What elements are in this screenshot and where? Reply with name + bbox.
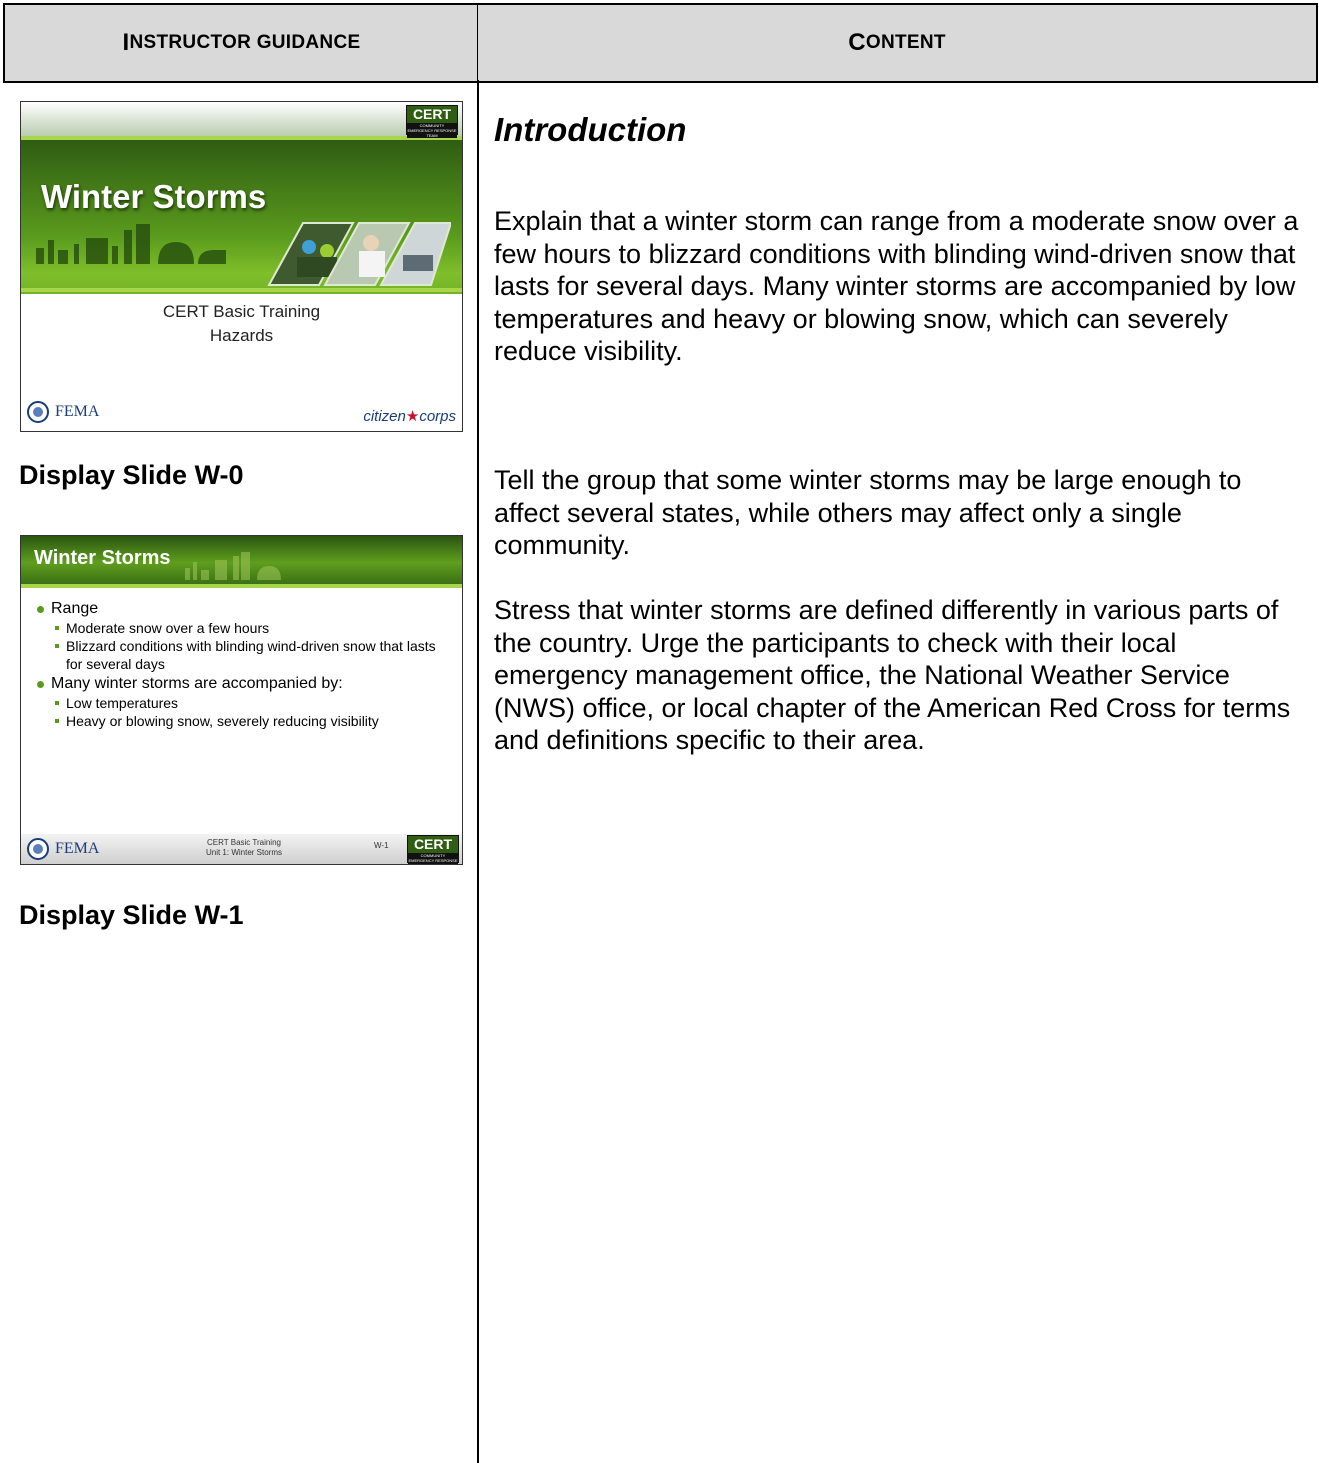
cert-logo-subtext: COMMUNITY EMERGENCY RESPONSE TEAM [408,853,458,864]
header-rest: NSTRUCTOR GUIDANCE [129,32,361,53]
fema-logo-text: FEMA [55,840,100,857]
bullet-icon [37,606,44,613]
sub-bullet-item: Moderate snow over a few hours [55,619,455,637]
cert-logo-subtext: COMMUNITY EMERGENCY RESPONSE TEAM [407,123,457,138]
header-rest: ONTENT [865,32,946,53]
content-paragraph: Explain that a winter storm can range fr… [494,206,1299,366]
slide-thumbnail-w0: CERT COMMUNITY EMERGENCY RESPONSE TEAM W… [20,101,463,432]
corps-text: corps [419,408,456,425]
bullet-icon [55,719,59,723]
bullet-icon [55,701,59,705]
sub-bullet-item: Low temperatures [55,694,455,712]
slide-title: Winter Storms [34,547,171,569]
fema-logo-text: FEMA [55,403,100,420]
slide-top-gradient [21,102,462,136]
slide-stripe [21,584,462,588]
bullet-icon [55,626,59,630]
column-divider [477,80,479,1463]
bullet-text: Many winter storms are accompanied by: [51,675,343,692]
star-icon: ★ [405,408,420,425]
dhs-seal-icon [27,838,49,860]
bullet-icon [55,644,59,648]
slide-title: Winter Storms [41,178,267,215]
column-header-content: C ONTENT [477,3,1318,83]
sub-bullet-text: Low temperatures [66,695,179,711]
column-header-instructor-guidance: I NSTRUCTOR GUIDANCE [3,3,479,83]
sub-bullet-text: Blizzard conditions with blinding wind-d… [66,638,436,672]
slide-subtitle: CERT Basic Training [162,302,321,321]
slide-thumbnail-w1: Winter Storms Range Moderate snow over a… [20,535,463,865]
bullet-item: Many winter storms are accompanied by: [35,673,455,694]
footer-line: CERT Basic Training [207,838,281,847]
slide-number: W-1 [374,841,389,850]
citizen-corps-logo: citizen★corps [363,407,456,425]
content-paragraph: Tell the group that some winter storms m… [494,465,1242,560]
footer-line: Unit 1: Winter Storms [205,848,282,857]
content-paragraph: Stress that winter storms are defined di… [494,595,1291,755]
dhs-seal-icon [27,401,49,423]
fema-logo: FEMA [27,838,99,860]
slide-stripe [21,288,462,292]
sub-bullet-text: Heavy or blowing snow, severely reducing… [66,713,379,729]
cert-logo: CERT COMMUNITY EMERGENCY RESPONSE TEAM [407,835,459,864]
slide-footer-text: CERT Basic Training Unit 1: Winter Storm… [189,838,299,858]
sub-bullet-text: Moderate snow over a few hours [66,620,270,636]
slide-photos [267,222,451,286]
slide-subtitle: Hazards [209,326,274,345]
header-initial: I [122,29,130,56]
sub-bullet-item: Blizzard conditions with blinding wind-d… [55,637,455,673]
bullet-item: Range [35,598,455,619]
cert-logo-text: CERT [412,106,452,122]
sub-bullet-item: Heavy or blowing snow, severely reducing… [55,712,455,730]
section-heading: Introduction [494,111,687,148]
city-skyline-graphic [185,552,281,580]
header-initial: C [848,29,866,56]
citizen-text: citizen [363,408,406,425]
slide-caption: Display Slide W-0 [19,460,244,490]
slide-bullet-list: Range Moderate snow over a few hours Bli… [35,598,455,730]
cert-logo-text: CERT [413,836,453,852]
bullet-text: Range [51,600,99,617]
cert-logo: CERT COMMUNITY EMERGENCY RESPONSE TEAM [406,105,458,138]
city-skyline-graphic [36,224,226,264]
bullet-icon [37,681,44,688]
slide-caption: Display Slide W-1 [19,900,244,930]
fema-logo: FEMA [27,401,99,423]
slide-stripe [21,136,462,140]
